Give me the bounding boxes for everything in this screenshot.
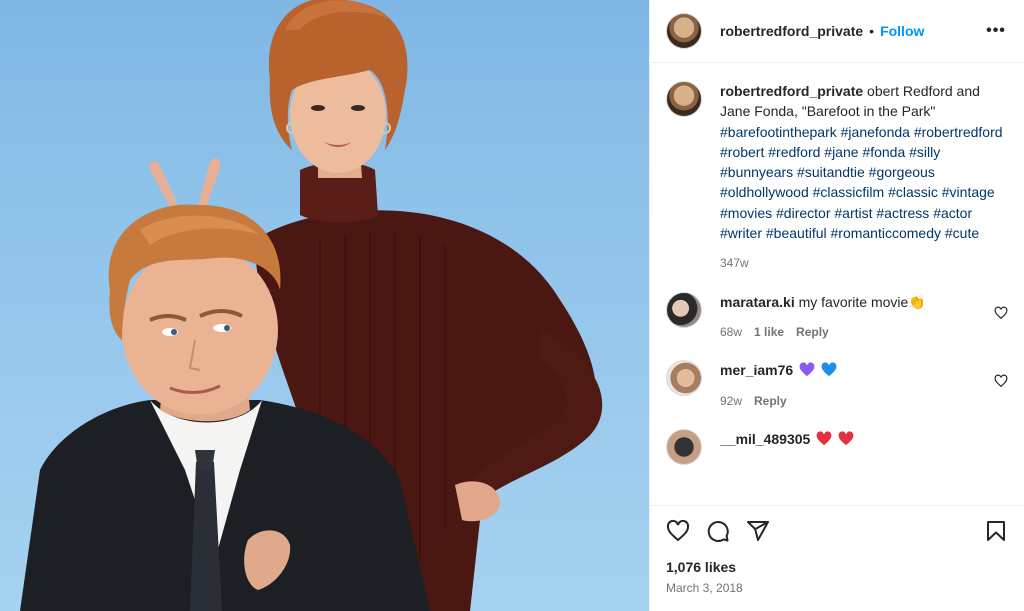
instagram-post-modal: robertredford_private • Follow ••• rober… bbox=[0, 0, 1024, 611]
comment-body: mer_iam76 92w Reply bbox=[720, 360, 984, 411]
comment-text: my favorite movie👏 bbox=[798, 293, 926, 310]
reply-button[interactable]: Reply bbox=[754, 391, 787, 411]
blue-heart-icon bbox=[821, 362, 837, 377]
purple-heart-icon bbox=[799, 362, 815, 377]
comment-body: __mil_489305 bbox=[720, 429, 1008, 465]
follow-button[interactable]: Follow bbox=[880, 23, 924, 39]
comment-likes[interactable]: 1 like bbox=[754, 322, 784, 342]
more-options-button[interactable]: ••• bbox=[984, 19, 1008, 43]
caption-username[interactable]: robertredford_private bbox=[720, 83, 863, 99]
header-separator: • bbox=[869, 23, 875, 39]
post-actions-bar bbox=[650, 505, 1024, 555]
post-date[interactable]: March 3, 2018 bbox=[650, 575, 1024, 611]
caption-author-avatar[interactable] bbox=[666, 81, 702, 117]
comment-meta: 68w 1 like Reply bbox=[720, 322, 984, 342]
caption-entry: robertredford_private obert Redford and … bbox=[666, 63, 1008, 274]
commenter-avatar[interactable] bbox=[666, 291, 702, 328]
comment-time[interactable]: 92w bbox=[720, 391, 742, 411]
comments-list[interactable]: robertredford_private obert Redford and … bbox=[650, 63, 1024, 505]
commenter-avatar[interactable] bbox=[666, 428, 702, 465]
comment-heart-icon[interactable] bbox=[994, 306, 1008, 320]
comment-meta: 92w Reply bbox=[720, 391, 984, 411]
red-heart-icon bbox=[838, 431, 854, 446]
author-username[interactable]: robertredford_private bbox=[720, 23, 863, 39]
post-photo[interactable] bbox=[0, 0, 649, 611]
paper-plane-icon[interactable] bbox=[746, 519, 770, 543]
comment-item: mer_iam76 92w Reply bbox=[666, 342, 1008, 411]
bookmark-icon[interactable] bbox=[984, 519, 1008, 543]
reply-button[interactable]: Reply bbox=[796, 322, 829, 342]
comment-username[interactable]: mer_iam76 bbox=[720, 362, 793, 378]
comment-item: maratara.ki my favorite movie👏 68w 1 lik… bbox=[666, 274, 1008, 343]
comment-username[interactable]: maratara.ki bbox=[720, 294, 795, 310]
comment-bubble-icon[interactable] bbox=[706, 519, 730, 543]
caption-hashtags[interactable]: #barefootinthepark #janefonda #robertred… bbox=[720, 124, 1003, 241]
caption-meta: 347w bbox=[720, 253, 1008, 273]
caption-time[interactable]: 347w bbox=[720, 253, 749, 273]
photo-illustration bbox=[20, 0, 603, 611]
post-header: robertredford_private • Follow ••• bbox=[650, 0, 1024, 63]
caption-body: robertredford_private obert Redford and … bbox=[720, 81, 1008, 274]
likes-count[interactable]: 1,076 likes bbox=[650, 555, 1024, 575]
ellipsis-icon: ••• bbox=[986, 22, 1006, 39]
comment-username[interactable]: __mil_489305 bbox=[720, 431, 810, 447]
comment-item: __mil_489305 bbox=[666, 411, 1008, 465]
post-sidebar: robertredford_private • Follow ••• rober… bbox=[649, 0, 1024, 611]
heart-icon[interactable] bbox=[666, 519, 690, 543]
comment-body: maratara.ki my favorite movie👏 68w 1 lik… bbox=[720, 292, 984, 343]
commenter-avatar[interactable] bbox=[666, 360, 702, 397]
comment-heart-icon[interactable] bbox=[994, 374, 1008, 388]
red-heart-icon bbox=[816, 431, 832, 446]
author-avatar[interactable] bbox=[666, 13, 702, 49]
comment-time[interactable]: 68w bbox=[720, 322, 742, 342]
